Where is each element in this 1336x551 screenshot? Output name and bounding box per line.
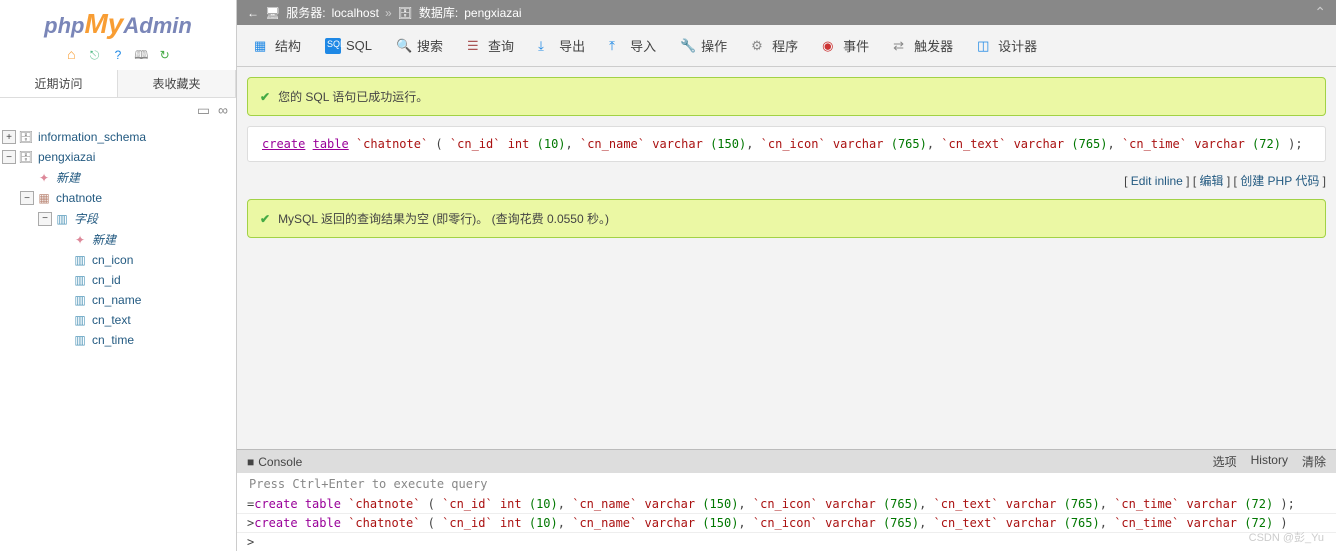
console-hint: Press Ctrl+Enter to execute query <box>237 473 1336 495</box>
tab-export[interactable]: ⤓导出 <box>527 29 596 62</box>
help-icon[interactable]: ? <box>110 48 126 64</box>
tab-events[interactable]: ◉事件 <box>811 29 880 62</box>
breadcrumb-db[interactable]: pengxiazai <box>464 6 521 20</box>
column-icon: ▥ <box>72 272 88 288</box>
check-icon: ✔ <box>260 212 270 226</box>
tree-new-column[interactable]: ✦ 新建 <box>2 229 234 250</box>
console-clear[interactable]: 清除 <box>1302 453 1326 470</box>
tab-query[interactable]: ☰查询 <box>456 29 525 62</box>
link-edit-inline[interactable]: Edit inline <box>1131 174 1183 188</box>
home-icon[interactable]: ⌂ <box>63 46 79 62</box>
console-history-line-2[interactable]: >create table `chatnote` ( `cn_id` int (… <box>237 514 1336 533</box>
link-edit[interactable]: 编辑 <box>1200 174 1224 188</box>
tree-col-cn-text[interactable]: ▥ cn_text <box>2 310 234 330</box>
side-tools: ▭ ∞ <box>0 98 236 123</box>
tree-columns-group[interactable]: − ▥ 字段 <box>2 208 234 229</box>
collapse-icon[interactable]: ▭ <box>197 102 210 118</box>
tree-table-chatnote[interactable]: − ▦ chatnote <box>2 188 234 208</box>
success-message-2: ✔ MySQL 返回的查询结果为空 (即零行)。 (查询花费 0.0550 秒。… <box>247 199 1326 238</box>
console-toggle-icon[interactable]: ■ <box>247 455 254 469</box>
columns-icon: ▥ <box>54 211 70 227</box>
link-icon[interactable]: ∞ <box>218 102 228 118</box>
column-icon: ▥ <box>72 332 88 348</box>
tab-designer[interactable]: ◫设计器 <box>966 29 1048 62</box>
tree-db-pengxiazai[interactable]: − 🗄 pengxiazai <box>2 147 234 167</box>
tab-favorites[interactable]: 表收藏夹 <box>118 70 236 97</box>
docs-icon[interactable]: 🕮 <box>133 46 149 62</box>
collapse-icon[interactable]: − <box>2 150 16 164</box>
refresh-icon[interactable]: ↻ <box>157 48 173 64</box>
table-icon: ▦ <box>36 190 52 206</box>
console-history-line-1[interactable]: =create table `chatnote` ( `cn_id` int (… <box>237 495 1336 514</box>
collapse-icon[interactable]: − <box>20 191 34 205</box>
tab-triggers[interactable]: ⇄触发器 <box>882 29 964 62</box>
column-icon: ▥ <box>72 292 88 308</box>
console-input[interactable]: > <box>237 533 1336 551</box>
column-icon: ▥ <box>72 252 88 268</box>
tree-col-cn-name[interactable]: ▥ cn_name <box>2 290 234 310</box>
tab-structure[interactable]: ▦结构 <box>243 29 312 62</box>
tab-search[interactable]: 🔍搜索 <box>385 29 454 62</box>
database-icon: 🗄 <box>18 129 34 145</box>
tree-col-cn-time[interactable]: ▥ cn_time <box>2 330 234 350</box>
database-icon: 🗄 <box>18 149 34 165</box>
tab-operations[interactable]: 🔧操作 <box>669 29 738 62</box>
watermark: CSDN @彭_Yu <box>1249 529 1324 545</box>
collapse-panel-icon[interactable]: ⌃ <box>1314 4 1326 21</box>
server-icon: 🖥 <box>265 6 280 20</box>
tab-import[interactable]: ⤒导入 <box>598 29 667 62</box>
tree-new-table[interactable]: ✦ 新建 <box>2 167 234 188</box>
console-history[interactable]: History <box>1251 453 1288 470</box>
sql-action-links: [ Edit inline ] [ 编辑 ] [ 创建 PHP 代码 ] <box>247 168 1326 199</box>
collapse-icon[interactable]: − <box>38 212 52 226</box>
database-icon: 🗄 <box>398 6 413 20</box>
tab-routines[interactable]: ⚙程序 <box>740 29 809 62</box>
new-icon: ✦ <box>72 232 88 248</box>
exit-icon[interactable]: ⎋ <box>87 48 103 64</box>
tree-col-cn-id[interactable]: ▥ cn_id <box>2 270 234 290</box>
link-create-php[interactable]: 创建 PHP 代码 <box>1240 174 1319 188</box>
console-panel: ■ Console 选项 History 清除 Press Ctrl+Enter… <box>237 449 1336 551</box>
check-icon: ✔ <box>260 90 270 104</box>
logo-toolbar: ⌂ ⎋ ? 🕮 ↻ <box>0 44 236 70</box>
tab-sql[interactable]: SQLSQL <box>314 29 383 62</box>
tab-recent[interactable]: 近期访问 <box>0 70 118 97</box>
top-menu: ▦结构 SQLSQL 🔍搜索 ☰查询 ⤓导出 ⤒导入 🔧操作 ⚙程序 ◉事件 ⇄… <box>237 25 1336 67</box>
sidebar: phpMyAdmin ⌂ ⎋ ? 🕮 ↻ 近期访问 表收藏夹 ▭ ∞ + 🗄 i… <box>0 0 237 551</box>
column-icon: ▥ <box>72 312 88 328</box>
tree-db-info-schema[interactable]: + 🗄 information_schema <box>2 127 234 147</box>
logo[interactable]: phpMyAdmin <box>0 0 236 44</box>
main-panel: ← 🖥 服务器: localhost » 🗄 数据库: pengxiazai ⌃… <box>237 0 1336 551</box>
sql-display: create table `chatnote` ( `cn_id` int (1… <box>247 126 1326 162</box>
breadcrumb-server[interactable]: localhost <box>332 6 379 20</box>
success-message-1: ✔ 您的 SQL 语句已成功运行。 <box>247 77 1326 116</box>
console-title: Console <box>258 455 302 469</box>
breadcrumb: ← 🖥 服务器: localhost » 🗄 数据库: pengxiazai ⌃ <box>237 0 1336 25</box>
nav-left-icon[interactable]: ← <box>247 6 259 20</box>
console-options[interactable]: 选项 <box>1213 453 1237 470</box>
tree-col-cn-icon[interactable]: ▥ cn_icon <box>2 250 234 270</box>
new-icon: ✦ <box>36 170 52 186</box>
nav-tree: + 🗄 information_schema − 🗄 pengxiazai ✦ … <box>0 123 236 354</box>
expand-icon[interactable]: + <box>2 130 16 144</box>
